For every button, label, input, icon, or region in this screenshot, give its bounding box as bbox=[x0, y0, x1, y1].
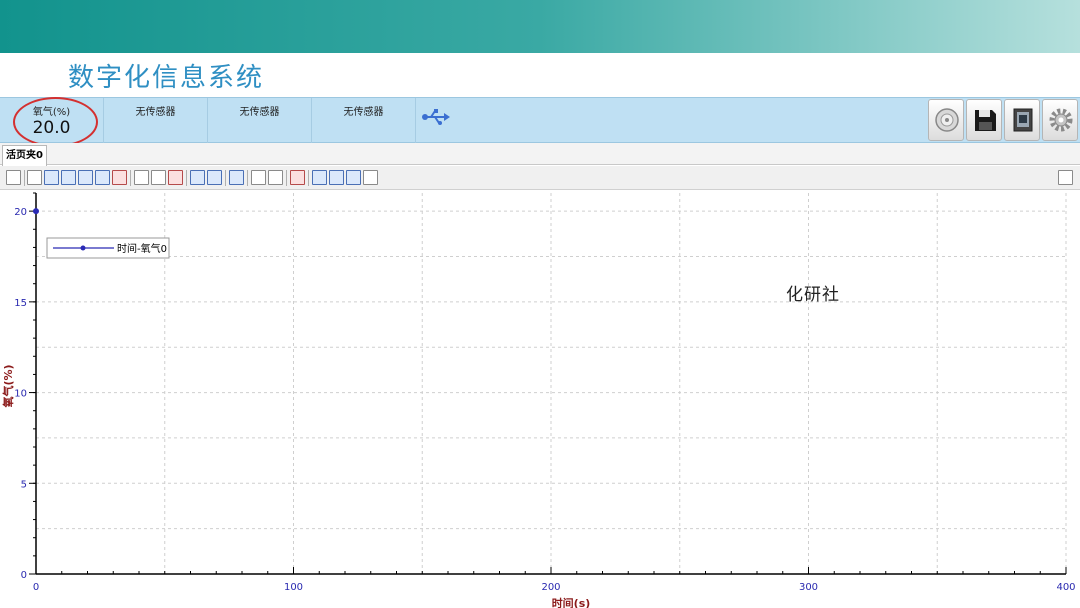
grid-zoom-icon[interactable] bbox=[112, 170, 127, 185]
toolbar-separator bbox=[130, 170, 131, 186]
toolbar-separator bbox=[308, 170, 309, 186]
header-band bbox=[0, 0, 1080, 53]
tab-strip: 活页夹0 bbox=[0, 143, 1080, 166]
zoom-1to1-icon[interactable] bbox=[95, 170, 110, 185]
toolbar-separator bbox=[247, 170, 248, 186]
data-grid-icon[interactable] bbox=[207, 170, 222, 185]
y-axis-title: 氧气(%) bbox=[1, 364, 15, 408]
y-tick-label: 0 bbox=[21, 570, 27, 581]
sensor-cell-3[interactable]: 无传感器 bbox=[208, 98, 312, 143]
x-tick-label: 300 bbox=[799, 582, 818, 593]
gear-icon bbox=[1049, 108, 1073, 132]
delete-data-icon[interactable] bbox=[290, 170, 305, 185]
book-icon bbox=[1013, 108, 1033, 132]
image-export-icon[interactable] bbox=[363, 170, 378, 185]
toolbar-separator bbox=[186, 170, 187, 186]
ruler-icon[interactable] bbox=[168, 170, 183, 185]
legend-swatch-point bbox=[80, 245, 86, 251]
legend-label: 时间-氧气0 bbox=[117, 242, 167, 255]
abc-remove-icon[interactable] bbox=[268, 170, 283, 185]
edit-fit-icon[interactable] bbox=[346, 170, 361, 185]
app-title: 数字化信息系统 bbox=[68, 63, 265, 93]
book-button[interactable] bbox=[1004, 99, 1040, 141]
line-chart[interactable]: 0 100 200 300 400 0 5 10 15 20 时间(s) 氧气(%) 时间-氧气0 bbox=[0, 191, 1080, 608]
disc-button[interactable] bbox=[928, 99, 964, 141]
toolbar-separator bbox=[225, 170, 226, 186]
sensor-cell-2[interactable]: 无传感器 bbox=[104, 98, 208, 143]
toolbar-separator bbox=[286, 170, 287, 186]
save-icon bbox=[975, 110, 996, 131]
watermark-text: 化研社 bbox=[786, 285, 840, 305]
disc-icon bbox=[935, 108, 959, 132]
plot-area[interactable]: 0 100 200 300 400 0 5 10 15 20 时间(s) 氧气(%) 时间-氧气0 bbox=[0, 191, 1080, 608]
settings-button[interactable] bbox=[1042, 99, 1078, 141]
sensor-label: 无传感器 bbox=[135, 107, 176, 118]
data-point bbox=[33, 208, 39, 215]
edit-points-icon[interactable] bbox=[329, 170, 344, 185]
x-axis-title: 时间(s) bbox=[552, 596, 591, 608]
y-tick-label: 20 bbox=[14, 207, 27, 218]
value-display-icon[interactable] bbox=[151, 170, 166, 185]
abc-annotate-icon[interactable] bbox=[251, 170, 266, 185]
chart-toolbar bbox=[0, 166, 1080, 190]
sensor-cell-4[interactable]: 无传感器 bbox=[312, 98, 416, 143]
usb-icon[interactable] bbox=[421, 108, 451, 126]
edit-curve-icon[interactable] bbox=[312, 170, 327, 185]
x-tick-label: 0 bbox=[33, 582, 39, 593]
table-view-icon[interactable] bbox=[190, 170, 205, 185]
clipboard-icon[interactable] bbox=[1058, 170, 1073, 185]
hand-pan-icon[interactable] bbox=[134, 170, 149, 185]
x-tick-label: 200 bbox=[541, 582, 560, 593]
tab-binder-0[interactable]: 活页夹0 bbox=[2, 145, 47, 166]
zoom-out-icon[interactable] bbox=[78, 170, 93, 185]
fit-all-icon[interactable] bbox=[27, 170, 42, 185]
highlight-circle bbox=[13, 97, 98, 147]
sensor-label: 无传感器 bbox=[239, 107, 280, 118]
pointer-tool-icon[interactable] bbox=[6, 170, 21, 185]
toolbar-separator bbox=[24, 170, 25, 186]
save-chart-icon[interactable] bbox=[229, 170, 244, 185]
zoom-in-icon[interactable] bbox=[61, 170, 76, 185]
sensor-bar: 氧气(%) 20.0 无传感器 无传感器 无传感器 bbox=[0, 97, 1080, 143]
zoom-x-icon[interactable] bbox=[44, 170, 59, 185]
sensor-label: 无传感器 bbox=[343, 107, 384, 118]
save-button[interactable] bbox=[966, 99, 1002, 141]
x-tick-label: 100 bbox=[284, 582, 303, 593]
x-tick-label: 400 bbox=[1056, 582, 1075, 593]
y-tick-label: 10 bbox=[14, 389, 27, 400]
y-tick-label: 15 bbox=[14, 298, 27, 309]
y-tick-label: 5 bbox=[21, 479, 27, 490]
